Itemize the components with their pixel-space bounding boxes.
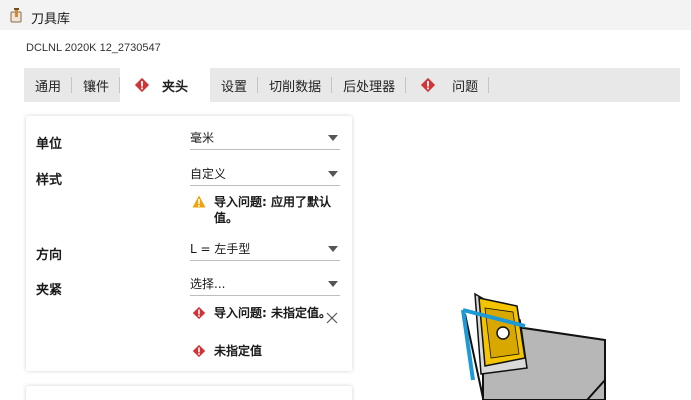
tab-insert[interactable]: 镶件	[72, 68, 121, 102]
clamp-value: 选择...	[190, 277, 226, 291]
tab-setup[interactable]: 设置	[210, 68, 259, 102]
direction-label: 方向	[36, 248, 63, 263]
style-warning-text: 导入问题: 应用了默认值。	[214, 195, 331, 225]
chevron-down-icon	[328, 170, 338, 177]
chevron-down-icon	[328, 134, 338, 141]
close-icon[interactable]	[326, 312, 338, 324]
clamp-error-message-2: 未指定值	[192, 343, 334, 359]
chevron-down-icon	[328, 280, 338, 287]
tool-library-icon	[10, 8, 22, 23]
direction-value: L = 左手型	[190, 242, 251, 256]
tab-label: 设置	[221, 79, 248, 95]
clamp-label: 夹紧	[36, 283, 63, 298]
tab-cutting-data[interactable]: 切削数据	[258, 68, 333, 102]
chevron-down-icon	[328, 245, 338, 252]
tab-label: 问题	[452, 79, 479, 95]
warning-triangle-icon	[192, 195, 206, 208]
error-diamond-icon	[421, 77, 436, 93]
tool-name: DCLNL 2020K 12_2730547	[26, 42, 161, 54]
tab-post-processor[interactable]: 后处理器	[332, 68, 407, 102]
style-select[interactable]: 自定义	[190, 162, 340, 186]
error-diamond-icon	[192, 306, 206, 320]
tab-label: 通用	[35, 79, 62, 95]
clamp-error-message: 导入问题: 未指定值。	[192, 305, 334, 321]
tab-label: 后处理器	[343, 79, 396, 95]
tab-label: 夹头	[162, 79, 189, 95]
window-title: 刀具库	[31, 12, 71, 27]
tab-label: 镶件	[83, 79, 110, 95]
holder-properties-card: 单位 毫米 样式 自定义 导入问题: 应用了默认值。 方向 L = 左手型 夹紧	[26, 116, 352, 371]
style-label: 样式	[36, 173, 63, 188]
unit-select[interactable]: 毫米	[190, 126, 340, 150]
style-warning-message: 导入问题: 应用了默认值。	[192, 194, 334, 226]
next-section-card	[26, 386, 352, 400]
clamp-error-text: 导入问题: 未指定值。	[214, 306, 331, 320]
tool-library-panel: DCLNL 2020K 12_2730547 通用 镶件 夹头 设置 切削数据 …	[0, 30, 691, 400]
tab-issues[interactable]: 问题	[406, 68, 490, 102]
tab-label: 切削数据	[269, 79, 322, 95]
unit-label: 单位	[36, 137, 63, 152]
tab-bar: 通用 镶件 夹头 设置 切削数据 后处理器 问题	[24, 68, 680, 102]
tab-general[interactable]: 通用	[24, 68, 73, 102]
tool-preview-illustration	[461, 292, 606, 400]
clamp-error-text-2: 未指定值	[214, 344, 263, 358]
unit-value: 毫米	[190, 131, 215, 145]
direction-select[interactable]: L = 左手型	[190, 237, 340, 261]
tab-holder[interactable]: 夹头	[120, 68, 211, 102]
style-value: 自定义	[190, 167, 227, 181]
clamp-select[interactable]: 选择...	[190, 272, 340, 296]
title-bar: 刀具库	[0, 0, 691, 30]
error-diamond-icon	[192, 344, 206, 358]
error-diamond-icon	[134, 77, 150, 93]
